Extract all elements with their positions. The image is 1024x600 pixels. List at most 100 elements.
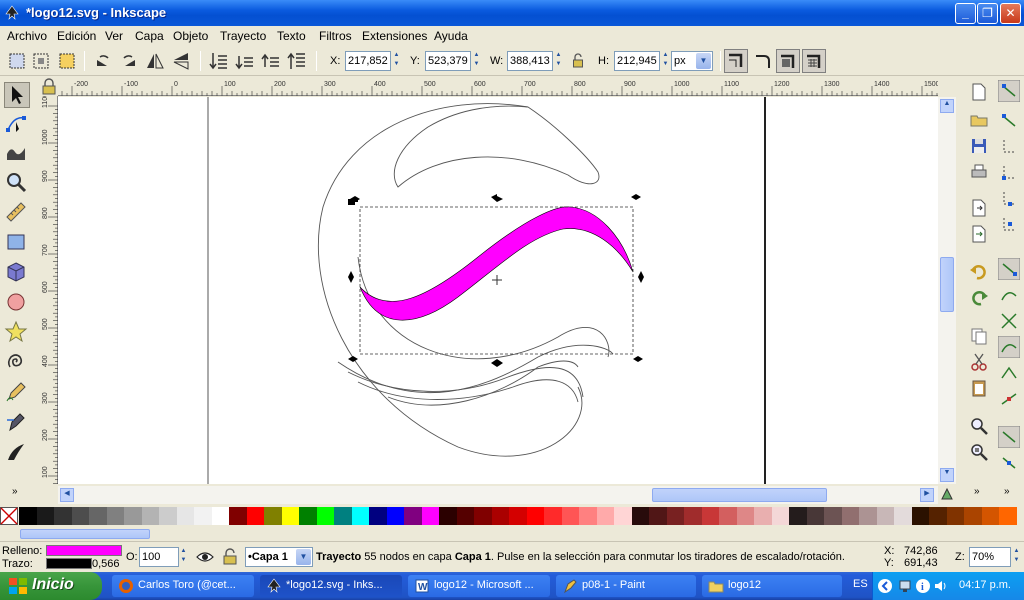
drawing-canvas[interactable] (58, 97, 938, 484)
flip-horizontal-icon[interactable] (144, 50, 166, 72)
volume-icon[interactable] (933, 578, 949, 594)
scroll-left-icon[interactable]: ◀ (60, 488, 74, 502)
snap-bbox-icon[interactable] (998, 110, 1020, 132)
rotation-center-icon[interactable] (492, 275, 502, 285)
menu-extensiones[interactable]: Extensiones (362, 29, 427, 43)
selected-path[interactable] (359, 206, 634, 321)
task-firefox[interactable]: Carlos Toro (@cet... (112, 575, 254, 597)
palette-swatch[interactable] (404, 507, 422, 525)
snap-bbox-corners-icon[interactable] (998, 162, 1020, 184)
palette-swatch[interactable] (894, 507, 912, 525)
w-input[interactable]: 388,413 (507, 51, 553, 71)
palette-swatch[interactable] (876, 507, 895, 525)
palette-swatch[interactable] (719, 507, 737, 525)
unit-select[interactable]: px ▼ (671, 51, 713, 71)
palette-swatch[interactable] (316, 507, 335, 525)
palette-swatch[interactable] (649, 507, 667, 525)
rectangle-tool[interactable] (4, 230, 30, 256)
palette-swatch[interactable] (194, 507, 212, 525)
palette-swatch[interactable] (754, 507, 772, 525)
clock[interactable]: 04:17 p.m. (959, 579, 1011, 591)
palette-swatch[interactable] (141, 507, 160, 525)
task-word[interactable]: W logo12 - Microsoft ... (408, 575, 550, 597)
palette-swatch[interactable] (509, 507, 527, 525)
snap-bbox-edges-icon[interactable] (998, 136, 1020, 158)
palette-swatch[interactable] (54, 507, 72, 525)
open-folder-icon[interactable] (969, 110, 989, 130)
vertical-scroll-thumb[interactable] (940, 257, 954, 312)
menu-capa[interactable]: Capa (135, 29, 164, 43)
menu-filtros[interactable]: Filtros (319, 29, 352, 43)
snap-paths-icon[interactable] (998, 284, 1020, 306)
palette-swatch[interactable] (386, 507, 405, 525)
new-document-icon[interactable] (969, 82, 989, 102)
lower-icon[interactable] (234, 50, 256, 72)
menu-texto[interactable]: Texto (277, 29, 306, 43)
palette-swatch[interactable] (106, 507, 125, 525)
layer-lock-icon[interactable] (222, 548, 238, 566)
h-input[interactable]: 212,945 (614, 51, 660, 71)
info-icon[interactable]: i (915, 578, 931, 594)
scale-stroke-button[interactable] (724, 49, 748, 73)
raise-to-top-icon[interactable] (286, 50, 308, 72)
palette-swatch[interactable] (299, 507, 317, 525)
palette-swatch[interactable] (19, 507, 37, 525)
calligraphy-tool[interactable] (4, 440, 30, 466)
tray-expand-icon[interactable] (877, 578, 893, 594)
close-button[interactable]: ✕ (1000, 3, 1021, 24)
network-icon[interactable] (897, 578, 913, 594)
palette-swatch[interactable] (824, 507, 842, 525)
stroke-width-value[interactable]: 0,566 (92, 558, 120, 570)
palette-swatch[interactable] (929, 507, 947, 525)
node-tool[interactable] (4, 112, 30, 138)
palette-swatch[interactable] (946, 507, 965, 525)
copy-icon[interactable] (969, 326, 989, 346)
spiral-tool[interactable] (4, 350, 30, 376)
palette-swatch[interactable] (246, 507, 265, 525)
lock-icon[interactable] (40, 78, 58, 96)
palette-swatch[interactable] (369, 507, 387, 525)
flip-vertical-icon[interactable] (170, 50, 192, 72)
import-icon[interactable] (969, 198, 989, 218)
palette-swatch[interactable] (351, 507, 370, 525)
scroll-down-icon[interactable]: ▼ (940, 468, 954, 482)
layer-select[interactable]: •Capa 1 ▼ (245, 547, 313, 567)
raise-icon[interactable] (260, 50, 282, 72)
palette-swatch[interactable] (981, 507, 1000, 525)
select-all-icon[interactable] (6, 50, 28, 72)
palette-swatch[interactable] (806, 507, 825, 525)
vertical-scrollbar[interactable]: ▲ ▼ (938, 97, 956, 484)
lower-to-bottom-icon[interactable] (208, 50, 230, 72)
palette-swatch[interactable] (614, 507, 632, 525)
minimize-button[interactable]: _ (955, 3, 976, 24)
snap-bbox-centers-icon[interactable] (998, 214, 1020, 236)
palette-swatch[interactable] (456, 507, 475, 525)
ellipse-tool[interactable] (4, 290, 30, 316)
selector-tool[interactable] (4, 82, 30, 108)
language-indicator[interactable]: ES (853, 578, 868, 590)
palette-swatch[interactable] (631, 507, 650, 525)
toolbox-overflow-icon[interactable]: » (12, 486, 18, 497)
palette-swatch[interactable] (421, 507, 440, 525)
menu-trayecto[interactable]: Trayecto (220, 29, 266, 43)
palette-swatch[interactable] (544, 507, 562, 525)
x-spinner[interactable]: ▲ ▼ (392, 51, 401, 71)
palette-scroll-thumb[interactable] (20, 529, 150, 539)
invert-selection-icon[interactable] (56, 50, 78, 72)
zoom-drawing-icon[interactable] (969, 442, 989, 462)
snap-object-centers-icon[interactable] (998, 426, 1020, 448)
3d-box-tool[interactable] (4, 260, 30, 286)
opacity-input[interactable]: 100 (139, 547, 179, 567)
x-input[interactable]: 217,852 (345, 51, 391, 71)
palette-swatch[interactable] (999, 507, 1017, 525)
horizontal-scrollbar[interactable]: ◀ ▶ (58, 486, 938, 504)
palette-swatch[interactable] (281, 507, 300, 525)
select-all-layers-icon[interactable] (30, 50, 52, 72)
print-icon[interactable] (969, 162, 989, 182)
snap-smooth-nodes-icon[interactable] (998, 336, 1020, 358)
palette-swatch[interactable] (684, 507, 702, 525)
palette-scrollbar[interactable] (0, 528, 1024, 540)
snap-overflow-icon[interactable]: » (1004, 486, 1010, 497)
rotate-cw-icon[interactable] (118, 50, 140, 72)
opacity-spinner[interactable]: ▲ ▼ (179, 547, 188, 567)
